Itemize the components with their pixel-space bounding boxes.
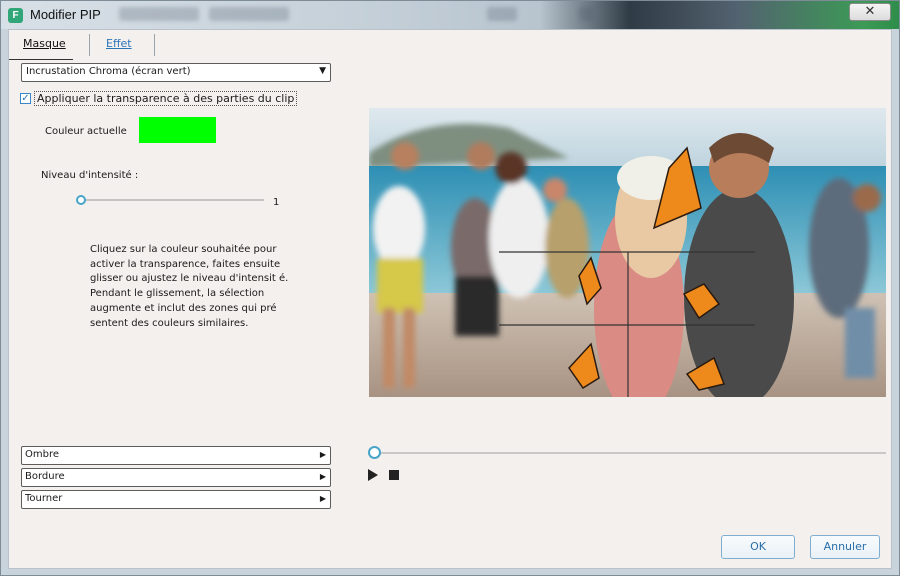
help-text: Cliquez sur la couleur souhaitée pour ac…	[90, 244, 289, 329]
tab-effet[interactable]: Effet	[92, 34, 155, 56]
transparency-label[interactable]: Appliquer la transparence à des parties …	[34, 91, 298, 106]
modify-pip-window: F Modifier PIP ✕ Masque Effet Incrustati…	[0, 0, 900, 576]
section-ombre-label: Ombre	[25, 449, 60, 460]
section-tourner[interactable]: Tourner ▶	[21, 490, 331, 509]
current-color-swatch[interactable]	[139, 117, 216, 143]
close-button[interactable]: ✕	[849, 3, 891, 21]
playback-scrubber[interactable]	[368, 446, 381, 459]
window-title: Modifier PIP	[30, 7, 101, 22]
filmora-icon: F	[8, 8, 23, 23]
tab-effet-label: Effet	[106, 37, 132, 50]
intensity-label: Niveau d'intensité :	[41, 170, 139, 181]
background-blur	[487, 7, 517, 21]
section-tourner-label: Tourner	[25, 493, 63, 504]
dialog-content: Masque Effet Incrustation Chroma (écran …	[8, 29, 892, 569]
current-color-label: Couleur actuelle	[45, 126, 127, 137]
cancel-button[interactable]: Annuler	[810, 535, 880, 559]
expand-triangle-icon: ▶	[319, 472, 326, 481]
mask-type-dropdown[interactable]: Incrustation Chroma (écran vert) ▼	[21, 63, 331, 82]
background-blur	[119, 7, 199, 21]
stop-icon[interactable]	[389, 470, 399, 480]
checkbox-checked-icon[interactable]: ✓	[20, 93, 31, 104]
ok-button[interactable]: OK	[721, 535, 795, 559]
title-bar[interactable]: F Modifier PIP ✕	[1, 1, 899, 29]
background-blur	[209, 7, 289, 21]
play-icon[interactable]	[368, 469, 378, 481]
tab-masque-label: Masque	[23, 37, 66, 50]
background-blur	[579, 7, 593, 21]
intensity-slider-track[interactable]	[80, 199, 264, 201]
mask-type-value: Incrustation Chroma (écran vert)	[26, 66, 191, 77]
expand-triangle-icon: ▶	[319, 494, 326, 503]
section-ombre[interactable]: Ombre ▶	[21, 446, 331, 465]
active-tab-indicator	[9, 59, 73, 60]
video-preview[interactable]	[369, 108, 886, 397]
intensity-value: 1	[273, 197, 280, 208]
dropdown-arrow-icon: ▼	[319, 66, 326, 76]
section-bordure[interactable]: Bordure ▶	[21, 468, 331, 487]
expand-triangle-icon: ▶	[319, 450, 326, 459]
section-bordure-label: Bordure	[25, 471, 65, 482]
intensity-slider-handle[interactable]	[76, 195, 86, 205]
tab-masque[interactable]: Masque	[9, 34, 90, 56]
playback-timeline[interactable]	[374, 452, 886, 454]
